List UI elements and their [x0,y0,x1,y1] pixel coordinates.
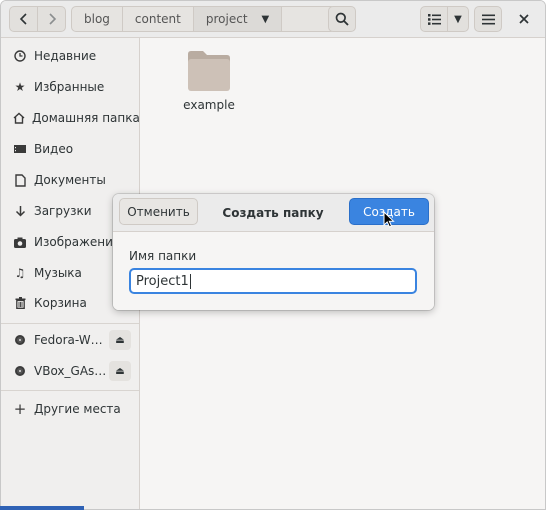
eject-icon[interactable]: ⏏ [109,361,131,381]
sidebar-item-recent[interactable]: Недавние [1,43,139,69]
triangle-down-icon: ▼ [454,13,462,25]
camera-icon [13,237,27,248]
main-menu-button[interactable] [474,6,502,32]
dialog-title: Создать папку [222,205,324,220]
folder-name-label: Имя папки [129,249,197,263]
sidebar-item-label: Загрузки [34,204,92,218]
sidebar-item-label: Недавние [34,49,97,63]
folder-name-value: Project1 [136,273,189,289]
sidebar-item-label: VBox_GAs… [34,364,107,378]
trash-icon [13,297,27,309]
navigation-buttons [9,6,66,32]
file-item-label: example [183,98,235,112]
search-icon [335,12,349,26]
sidebar-item-label: Видео [34,142,74,156]
dialog-body: Имя папки Project1 [113,232,434,310]
forward-button[interactable] [37,6,66,32]
sidebar-separator [1,323,139,324]
disk-icon [13,366,27,376]
sidebar-item-documents[interactable]: Документы [1,167,139,193]
back-button[interactable] [9,6,38,32]
sidebar-item-label: Документы [34,173,106,187]
folder-name-input[interactable]: Project1 [129,268,417,294]
sidebar-item-vbox-drive[interactable]: VBox_GAs… ⏏ [1,358,139,384]
star-icon: ★ [14,80,26,94]
sidebar-item-label: Другие места [34,402,121,416]
search-button[interactable] [328,6,356,32]
sidebar-separator [1,390,139,391]
triangle-down-icon: ▼ [261,13,270,25]
sidebar-item-label: Музыка [34,266,82,280]
folder-icon [188,51,230,91]
hamburger-icon [481,14,495,24]
download-icon [13,205,27,217]
sidebar-item-other-locations[interactable]: + Другие места [1,396,139,422]
music-icon: ♫ [14,266,26,280]
text-caret [189,273,191,289]
sidebar-item-videos[interactable]: Видео [1,136,139,162]
breadcrumb-blog[interactable]: blog [71,6,123,32]
sidebar-item-home[interactable]: Домашняя папка [1,105,139,131]
breadcrumb-content[interactable]: content [122,6,194,32]
chevron-left-icon [19,13,27,25]
sidebar-item-label: Домашняя папка [32,111,139,125]
breadcrumb-label: content [134,12,181,26]
close-button[interactable] [515,10,533,28]
breadcrumb-label: blog [84,12,110,26]
list-view-button[interactable] [420,6,448,32]
sidebar-item-label: Изображения [34,235,121,249]
sidebar-item-label: Fedora-W… [34,333,103,347]
document-icon [13,173,27,187]
breadcrumb-project[interactable]: project ▼ [193,6,283,32]
list-view-icon [427,13,441,25]
mouse-pointer-icon [383,211,395,228]
sidebar-item-fedora-drive[interactable]: Fedora-W… ⏏ [1,327,139,353]
close-icon [519,14,529,24]
view-menu-button[interactable]: ▼ [447,6,469,32]
header-bar: blog content project ▼ ▼ [1,1,545,38]
clock-icon [13,50,27,62]
breadcrumb-label: project [205,12,248,26]
home-icon [13,112,25,124]
sidebar-item-label: Корзина [34,296,87,310]
breadcrumb: blog content project ▼ [71,6,337,32]
sidebar-item-label: Избранные [34,80,105,94]
eject-icon[interactable]: ⏏ [109,330,131,350]
sidebar-item-starred[interactable]: ★ Избранные [1,74,139,100]
video-icon [13,144,27,154]
taskbar-edge [0,506,84,510]
plus-icon: + [13,400,27,418]
chevron-right-icon [48,13,56,25]
disk-icon [13,335,27,345]
cancel-button[interactable]: Отменить [119,198,198,225]
